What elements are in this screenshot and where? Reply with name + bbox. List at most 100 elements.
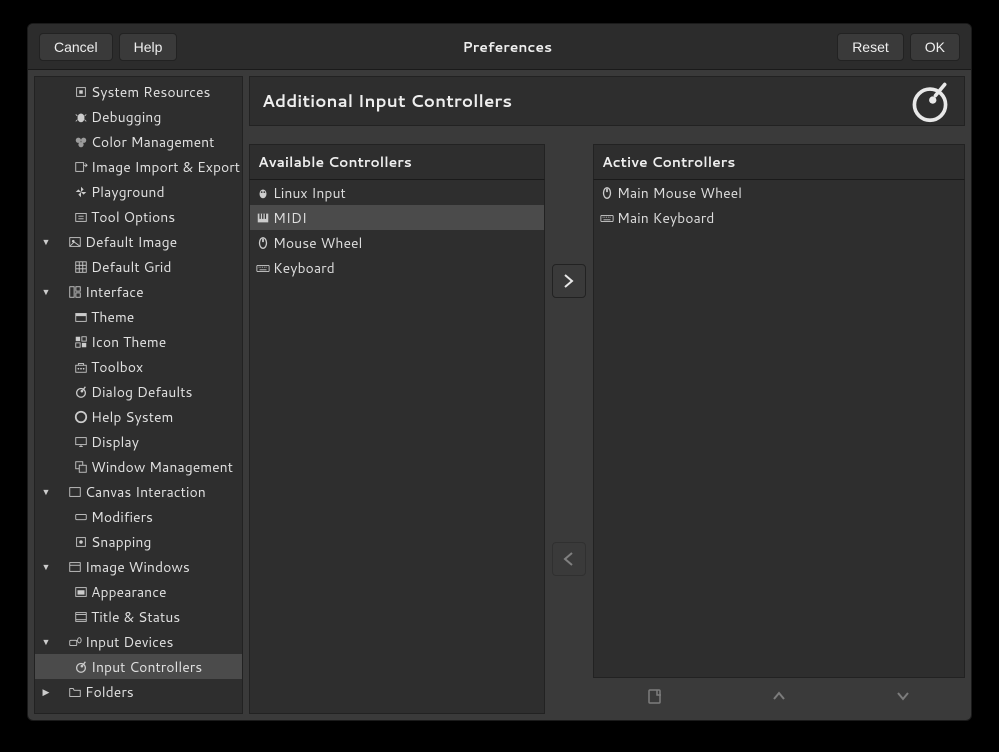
modifiers-icon xyxy=(73,509,89,525)
image-icon xyxy=(67,234,83,250)
tree-item[interactable]: ▼ Input Devices xyxy=(35,629,242,654)
active-header: Active Controllers xyxy=(593,144,965,180)
tree-item-label: System Resources xyxy=(91,82,210,102)
tree-item-label: Theme xyxy=(91,307,134,327)
chevron-down-icon[interactable]: ▼ xyxy=(39,485,53,498)
list-item[interactable]: Keyboard xyxy=(250,255,544,280)
tree-item[interactable]: Tool Options xyxy=(35,204,242,229)
dialog-content: System Resources Debugging Color Managemen… xyxy=(28,70,971,720)
list-item[interactable]: MIDI xyxy=(250,205,544,230)
tree-item-label: Tool Options xyxy=(91,207,175,227)
tree-item-label: Debugging xyxy=(91,107,161,127)
tree-item[interactable]: ▼ Interface xyxy=(35,279,242,304)
chevron-down-icon[interactable]: ▼ xyxy=(39,285,53,298)
chevron-down-icon[interactable]: ▼ xyxy=(39,560,53,573)
tree-item[interactable]: Icon Theme xyxy=(35,329,242,354)
move-down-button[interactable] xyxy=(886,682,920,710)
edit-controller-button[interactable] xyxy=(638,682,672,710)
tree-item-label: Window Management xyxy=(91,457,233,477)
inputdev-icon xyxy=(67,634,83,650)
folder-icon xyxy=(67,684,83,700)
ok-button[interactable]: OK xyxy=(910,33,960,61)
tree-item[interactable]: ▼ Default Image xyxy=(35,229,242,254)
controller-icon xyxy=(73,659,89,675)
tree-item[interactable]: Help System xyxy=(35,404,242,429)
icontheme-icon xyxy=(73,334,89,350)
tree-item[interactable]: ▶Folders xyxy=(35,679,242,704)
tree-item[interactable]: Toolbox xyxy=(35,354,242,379)
keyboard-icon xyxy=(254,260,271,276)
chevron-right-icon[interactable]: ▶ xyxy=(39,685,53,698)
tree-item-label: Interface xyxy=(85,282,144,302)
list-item-label: Keyboard xyxy=(273,258,335,278)
controller-icon xyxy=(908,79,952,123)
tree-item-label: Default Image xyxy=(85,232,177,252)
tree-item-label: Image Import & Export xyxy=(91,157,240,177)
appearance-icon xyxy=(73,584,89,600)
tree-item[interactable]: ▼ Image Windows xyxy=(35,554,242,579)
tree-item[interactable]: Playground xyxy=(35,179,242,204)
list-item[interactable]: Mouse Wheel xyxy=(250,230,544,255)
tree-item[interactable]: Default Grid xyxy=(35,254,242,279)
midi-icon xyxy=(254,210,271,226)
tree-item[interactable]: Color Management xyxy=(35,129,242,154)
active-controllers-list[interactable]: Main Mouse Wheel Main Keyboard xyxy=(593,180,965,678)
list-item[interactable]: Main Keyboard xyxy=(594,205,964,230)
grid-icon xyxy=(73,259,89,275)
available-controllers-list[interactable]: Linux Input MIDI Mouse Wheel Keyboard xyxy=(249,180,545,714)
help-button[interactable]: Help xyxy=(119,33,178,61)
tree-item[interactable]: Snapping xyxy=(35,529,242,554)
tree-item[interactable]: Debugging xyxy=(35,104,242,129)
list-item-label: Main Keyboard xyxy=(617,208,714,228)
tree-item[interactable]: Title & Status xyxy=(35,604,242,629)
dialog-icon xyxy=(73,384,89,400)
keyboard-icon xyxy=(598,210,615,226)
tree-item[interactable]: Theme xyxy=(35,304,242,329)
list-item-label: Mouse Wheel xyxy=(273,233,362,253)
tree-item-label: Input Controllers xyxy=(91,657,202,677)
tree-item-label: Default Grid xyxy=(91,257,172,277)
move-up-button[interactable] xyxy=(762,682,796,710)
tree-item[interactable]: System Resources xyxy=(35,79,242,104)
reset-button[interactable]: Reset xyxy=(837,33,904,61)
tree-item[interactable]: ▼Canvas Interaction xyxy=(35,479,242,504)
linux-icon xyxy=(254,185,271,201)
imgwin-icon xyxy=(67,559,83,575)
tree-item[interactable]: Appearance xyxy=(35,579,242,604)
list-item-label: Main Mouse Wheel xyxy=(617,183,742,203)
add-controller-button[interactable] xyxy=(552,264,586,298)
tree-item[interactable]: Dialog Defaults xyxy=(35,379,242,404)
tree-item-label: Input Devices xyxy=(85,632,173,652)
canvas-icon xyxy=(67,484,83,500)
list-item[interactable]: Linux Input xyxy=(250,180,544,205)
titlebar: Cancel Help Preferences Reset OK xyxy=(28,24,971,70)
controller-columns: Available Controllers Linux InputMIDIMou… xyxy=(249,144,965,714)
tree-item[interactable]: Modifiers xyxy=(35,504,242,529)
tree-item-label: Snapping xyxy=(91,532,151,552)
active-toolbar xyxy=(593,678,965,714)
color-icon xyxy=(73,134,89,150)
chevron-down-icon[interactable]: ▼ xyxy=(39,635,53,648)
chevron-down-icon[interactable]: ▼ xyxy=(39,235,53,248)
tree-item-label: Modifiers xyxy=(91,507,153,527)
tree-item[interactable]: Input Controllers xyxy=(35,654,242,679)
preferences-tree[interactable]: System Resources Debugging Color Managemen… xyxy=(34,76,243,714)
wheel-icon xyxy=(254,235,271,251)
tree-item-label: Title & Status xyxy=(91,607,180,627)
remove-controller-button[interactable] xyxy=(552,542,586,576)
tree-item[interactable]: Window Management xyxy=(35,454,242,479)
tree-item-label: Image Windows xyxy=(85,557,190,577)
main-header: Additional Input Controllers xyxy=(249,76,965,126)
tree-item[interactable]: Image Import & Export xyxy=(35,154,242,179)
list-item-label: MIDI xyxy=(273,208,307,228)
tree-item-label: Icon Theme xyxy=(91,332,166,352)
cancel-button[interactable]: Cancel xyxy=(39,33,113,61)
tree-item-label: Color Management xyxy=(91,132,214,152)
chip-icon xyxy=(73,84,89,100)
importexport-icon xyxy=(73,159,89,175)
list-item[interactable]: Main Mouse Wheel xyxy=(594,180,964,205)
tree-item[interactable]: Display xyxy=(35,429,242,454)
pinwheel-icon xyxy=(73,184,89,200)
interface-icon xyxy=(67,284,83,300)
theme-icon xyxy=(73,309,89,325)
